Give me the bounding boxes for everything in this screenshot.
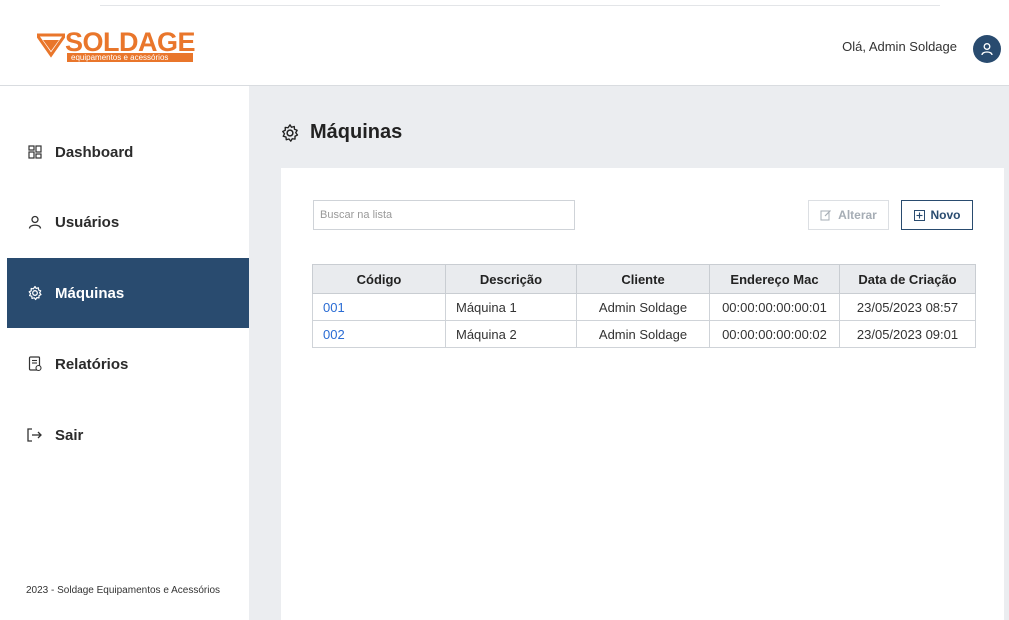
column-header-cliente[interactable]: Cliente <box>576 264 710 294</box>
report-icon <box>27 356 43 372</box>
page-title: Máquinas <box>280 121 402 144</box>
cell-endereco-mac: 00:00:00:00:00:01 <box>709 293 840 321</box>
sidebar: Dashboard Usuários Máquinas Relatórios S… <box>0 86 249 620</box>
top-bar: SOLDAGE equipamentos e acessórios Olá, A… <box>0 0 1009 86</box>
gear-icon <box>282 123 299 142</box>
novo-button[interactable]: Novo <box>901 200 973 230</box>
column-header-endereco-mac[interactable]: Endereço Mac <box>709 264 840 294</box>
plus-square-icon <box>913 209 925 221</box>
cell-codigo-link[interactable]: 002 <box>312 320 446 348</box>
gear-icon <box>27 285 43 301</box>
top-divider <box>100 5 940 6</box>
table-header-row: Código Descrição Cliente Endereço Mac Da… <box>312 264 976 294</box>
cell-codigo-link[interactable]: 001 <box>312 293 446 321</box>
search-input[interactable] <box>313 200 575 230</box>
cell-cliente: Admin Soldage <box>576 293 710 321</box>
user-avatar-button[interactable] <box>973 35 1001 63</box>
user-icon <box>27 214 43 230</box>
edit-icon <box>820 209 832 221</box>
logout-icon <box>27 427 43 443</box>
content-card: Alterar Novo Código Descrição Cliente En… <box>281 168 1004 620</box>
alterar-label: Alterar <box>838 208 877 222</box>
logo-tagline: equipamentos e acessórios <box>67 53 193 62</box>
user-icon <box>981 43 993 56</box>
sidebar-item-label: Máquinas <box>55 284 125 302</box>
sidebar-item-maquinas[interactable]: Máquinas <box>7 258 249 328</box>
dashboard-icon <box>27 144 43 160</box>
soldage-logo[interactable]: SOLDAGE equipamentos e acessórios <box>37 27 197 63</box>
sidebar-item-sair[interactable]: Sair <box>7 400 249 470</box>
sidebar-item-label: Dashboard <box>55 143 134 161</box>
cell-descricao: Máquina 2 <box>445 320 577 348</box>
sidebar-item-label: Usuários <box>55 213 120 231</box>
page-title-text: Máquinas <box>310 121 403 143</box>
sidebar-item-label: Relatórios <box>55 355 129 373</box>
column-header-data-criacao[interactable]: Data de Criação <box>839 264 976 294</box>
logo-mark-icon <box>37 33 65 58</box>
table-row[interactable]: 002 Máquina 2 Admin Soldage 00:00:00:00:… <box>312 320 976 348</box>
novo-label: Novo <box>930 208 961 222</box>
sidebar-item-label: Sair <box>55 426 84 444</box>
cell-descricao: Máquina 1 <box>445 293 577 321</box>
cell-data-criacao: 23/05/2023 08:57 <box>839 293 976 321</box>
machines-table: Código Descrição Cliente Endereço Mac Da… <box>312 264 976 348</box>
sidebar-item-dashboard[interactable]: Dashboard <box>7 117 249 187</box>
column-header-descricao[interactable]: Descrição <box>445 264 577 294</box>
column-header-codigo[interactable]: Código <box>312 264 446 294</box>
cell-data-criacao: 23/05/2023 09:01 <box>839 320 976 348</box>
table-row[interactable]: 001 Máquina 1 Admin Soldage 00:00:00:00:… <box>312 293 976 321</box>
cell-cliente: Admin Soldage <box>576 320 710 348</box>
cell-endereco-mac: 00:00:00:00:00:02 <box>709 320 840 348</box>
sidebar-footer: 2023 - Soldage Equipamentos e Acessórios <box>26 585 221 596</box>
user-greeting: Olá, Admin Soldage <box>842 39 957 54</box>
alterar-button[interactable]: Alterar <box>808 200 889 230</box>
sidebar-item-relatorios[interactable]: Relatórios <box>7 329 249 399</box>
sidebar-item-usuarios[interactable]: Usuários <box>7 187 249 257</box>
